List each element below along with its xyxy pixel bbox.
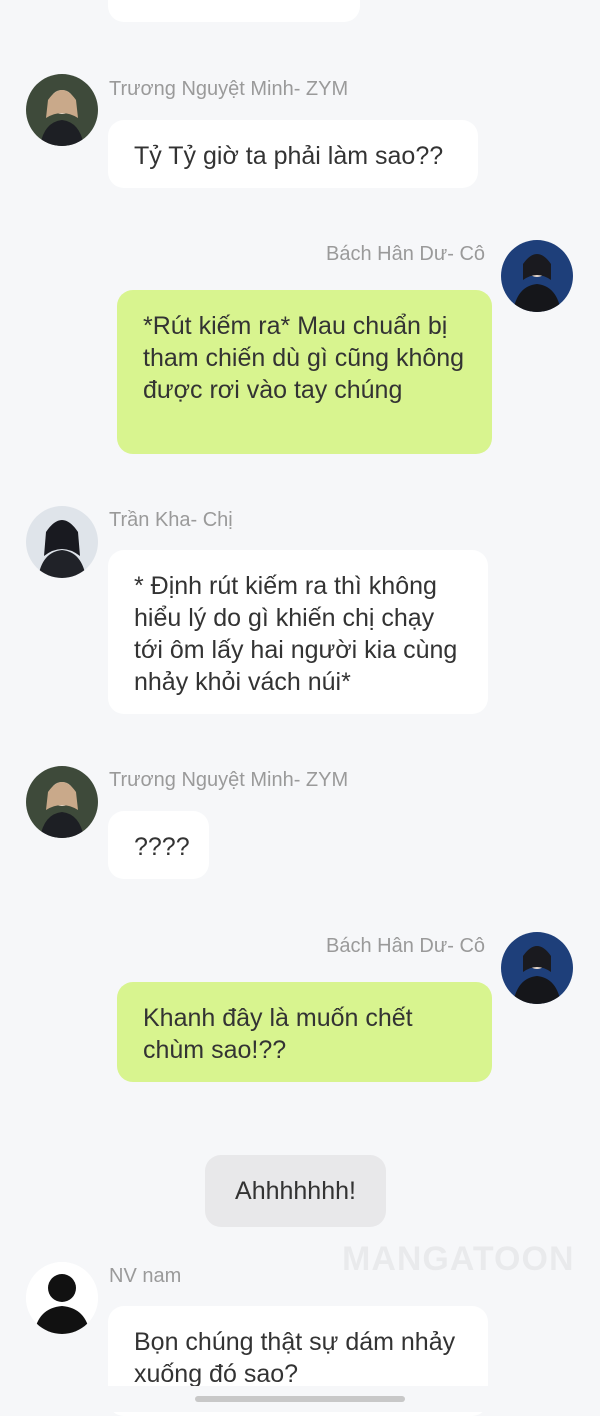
message-bubble-outgoing: *Rút kiếm ra* Mau chuẩn bị tham chiến dù… bbox=[117, 290, 492, 454]
sender-name: Trương Nguyệt Minh- ZYM bbox=[109, 769, 349, 791]
avatar-icon[interactable] bbox=[26, 766, 98, 838]
avatar-icon[interactable] bbox=[26, 506, 98, 578]
message-bubble: Tỷ Tỷ giờ ta phải làm sao?? bbox=[108, 120, 478, 188]
message-bubble: * Định rút kiếm ra thì không hiểu lý do … bbox=[108, 550, 488, 714]
narration-bubble: Ahhhhhhh! bbox=[205, 1155, 386, 1227]
message-bubble: ???? bbox=[108, 811, 209, 879]
avatar-icon[interactable] bbox=[501, 240, 573, 312]
sender-name: NV nam bbox=[109, 1265, 182, 1287]
message-bubble-partial bbox=[108, 0, 360, 22]
sender-name: Bách Hân Dư- Cô bbox=[326, 935, 486, 957]
avatar-icon[interactable] bbox=[26, 1262, 98, 1334]
avatar-icon[interactable] bbox=[501, 932, 573, 1004]
sender-name: Bách Hân Dư- Cô bbox=[326, 243, 486, 265]
avatar-icon[interactable] bbox=[26, 74, 98, 146]
mangatoon-watermark: MANGATOON bbox=[342, 1240, 575, 1278]
message-bubble-outgoing: Khanh đây là muốn chết chùm sao!?? bbox=[117, 982, 492, 1082]
home-indicator[interactable] bbox=[195, 1396, 405, 1402]
sender-name: Trần Kha- Chị bbox=[109, 509, 233, 531]
sender-name: Trương Nguyệt Minh- ZYM bbox=[109, 78, 349, 100]
